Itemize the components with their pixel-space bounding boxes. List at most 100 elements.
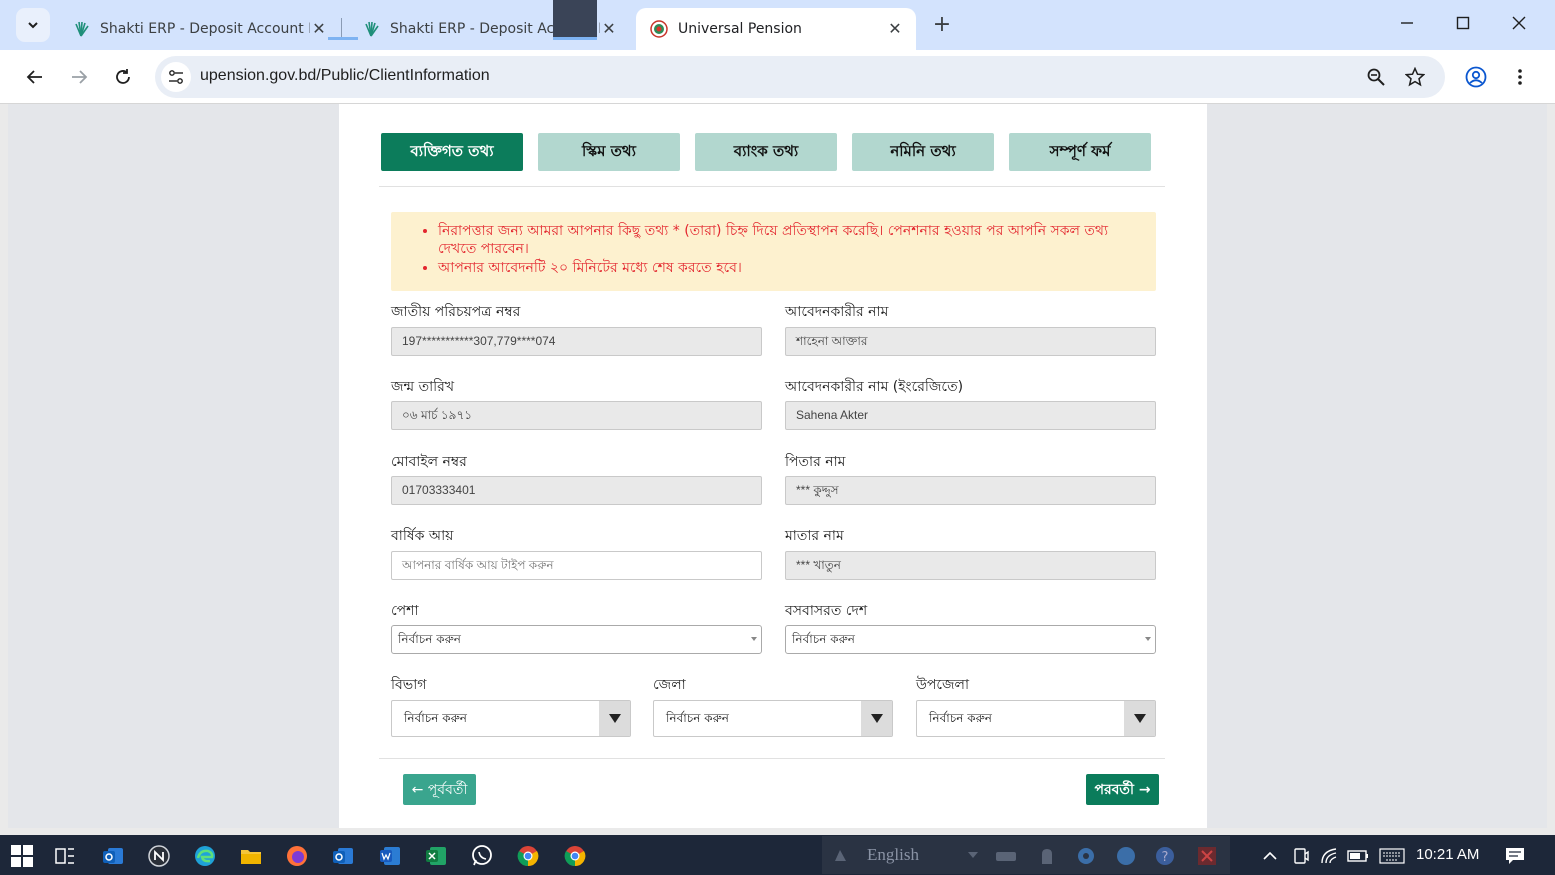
- outlook-app-2[interactable]: [328, 841, 358, 871]
- district-select[interactable]: নির্বাচন করুন: [653, 700, 893, 737]
- tab-separator: [341, 18, 342, 38]
- arrow-right-icon: [72, 70, 88, 84]
- tab-search-button[interactable]: [16, 8, 50, 42]
- notice-item: আপনার আবেদনটি ২০ মিনিটের মধ্যে শেষ করতে …: [438, 259, 1142, 277]
- country-select[interactable]: নির্বাচন করুন: [785, 625, 1156, 654]
- excel-app[interactable]: [421, 841, 451, 871]
- chrome-app-active[interactable]: [560, 841, 590, 871]
- task-view-button[interactable]: [50, 841, 80, 871]
- tab-title: Shakti ERP - Deposit Account In: [100, 21, 310, 37]
- notifications-button[interactable]: [1500, 841, 1530, 871]
- battery-status[interactable]: [1343, 841, 1373, 871]
- applicant-name-label: আবেদনকারীর নাম: [785, 304, 889, 320]
- browser-tab-bar: Shakti ERP - Deposit Account In ✕ Shakti…: [0, 0, 1555, 50]
- excel-icon: [426, 847, 446, 865]
- outlook-app[interactable]: [98, 841, 128, 871]
- close-window-button[interactable]: [1501, 10, 1537, 40]
- dropdown-arrow-icon[interactable]: [1124, 701, 1155, 736]
- minimize-button[interactable]: [1389, 10, 1425, 40]
- language-tool-1[interactable]: [991, 841, 1021, 871]
- nid-label: জাতীয় পরিচয়পত্র নম্বর: [391, 304, 521, 320]
- notion-icon: [148, 845, 170, 867]
- word-icon: [380, 847, 400, 865]
- zoom-button[interactable]: [1364, 65, 1388, 89]
- dropdown-arrow-icon[interactable]: [861, 701, 892, 736]
- next-button[interactable]: পরবর্তী →: [1086, 774, 1159, 805]
- chrome-app[interactable]: [513, 841, 543, 871]
- back-button[interactable]: [20, 62, 50, 92]
- close-tab-icon[interactable]: ✕: [886, 20, 904, 38]
- file-explorer-app[interactable]: [236, 841, 266, 871]
- active-app-indicator: [553, 37, 597, 40]
- window-border-left: [0, 104, 8, 835]
- touch-keyboard[interactable]: [1377, 841, 1407, 871]
- maximize-icon: [1456, 16, 1470, 30]
- bookmark-button[interactable]: [1403, 65, 1427, 89]
- division-selected-value: নির্বাচন করুন: [404, 711, 467, 725]
- active-app-highlight: [553, 0, 597, 40]
- clock-time[interactable]: 10:21 AM: [1416, 846, 1479, 863]
- forward-button[interactable]: [64, 62, 94, 92]
- language-help[interactable]: ?: [1150, 841, 1180, 871]
- step-personal-info[interactable]: ব্যক্তিগত তথ্য: [381, 133, 523, 171]
- upazila-label: উপজেলা: [916, 677, 970, 693]
- device-icon: [1294, 848, 1309, 864]
- chrome-icon: [564, 846, 586, 867]
- reload-button[interactable]: [108, 62, 138, 92]
- menu-button[interactable]: [1505, 62, 1535, 92]
- father-name-label: পিতার নাম: [785, 454, 846, 470]
- profession-label: পেশা: [391, 603, 419, 619]
- firefox-icon: [287, 846, 307, 866]
- dropdown-arrow-icon[interactable]: [599, 701, 630, 736]
- chrome-icon: [517, 846, 539, 867]
- caret-down-icon: [751, 637, 757, 641]
- close-tab-icon[interactable]: ✕: [310, 20, 328, 38]
- applicant-name-field: শাহেনা আক্তার: [785, 327, 1156, 356]
- maximize-button[interactable]: [1445, 10, 1481, 40]
- language-tool-3[interactable]: [1071, 841, 1101, 871]
- previous-button[interactable]: ← পূর্ববর্তী: [403, 774, 476, 805]
- page-viewport: ব্যক্তিগত তথ্য স্কিম তথ্য ব্যাংক তথ্য নম…: [8, 104, 1547, 828]
- district-selected-value: নির্বাচন করুন: [666, 711, 729, 725]
- settings-icon: [1078, 848, 1094, 864]
- step-nominee-info[interactable]: নমিনি তথ্য: [852, 133, 994, 171]
- step-scheme-info[interactable]: স্কিম তথ্য: [538, 133, 680, 171]
- language-tool-2[interactable]: [1032, 841, 1062, 871]
- language-label[interactable]: English: [867, 845, 919, 865]
- keyboard-icon: [1379, 848, 1405, 864]
- divider: [379, 186, 1165, 187]
- upazila-select[interactable]: নির্বাচন করুন: [916, 700, 1156, 737]
- arrow-left-icon: [26, 70, 42, 84]
- show-hidden-icons[interactable]: [1255, 841, 1285, 871]
- language-tool-4[interactable]: [1111, 841, 1141, 871]
- language-close[interactable]: [1192, 841, 1222, 871]
- close-icon: [1198, 847, 1216, 865]
- step-complete-form[interactable]: সম্পূর্ণ ফর্ম: [1009, 133, 1151, 171]
- profession-select[interactable]: নির্বাচন করুন: [391, 625, 762, 654]
- firefox-app[interactable]: [282, 841, 312, 871]
- start-button[interactable]: [7, 841, 37, 871]
- more-vert-icon: [1518, 69, 1522, 85]
- division-select[interactable]: নির্বাচন করুন: [391, 700, 631, 737]
- language-dropdown[interactable]: [958, 841, 988, 871]
- tab-shakti-erp-1[interactable]: Shakti ERP - Deposit Account In ✕: [58, 8, 340, 50]
- tab-universal-pension[interactable]: Universal Pension ✕: [636, 8, 916, 50]
- ime-icon[interactable]: [826, 841, 856, 871]
- close-tab-icon[interactable]: ✕: [600, 20, 618, 38]
- applicant-name-en-label: আবেদনকারীর নাম (ইংরেজিতে): [785, 379, 964, 395]
- outlook-icon: [103, 848, 123, 864]
- edge-app[interactable]: [190, 841, 220, 871]
- meet-now[interactable]: [1286, 841, 1316, 871]
- address-bar[interactable]: upension.gov.bd/Public/ClientInformation: [155, 56, 1445, 98]
- new-tab-button[interactable]: +: [929, 12, 955, 38]
- annual-income-input[interactable]: আপনার বার্ষিক আয় টাইপ করুন: [391, 551, 762, 580]
- step-bank-info[interactable]: ব্যাংক তথ্য: [695, 133, 837, 171]
- network-status[interactable]: [1315, 841, 1345, 871]
- notion-app[interactable]: [144, 841, 174, 871]
- word-app[interactable]: [375, 841, 405, 871]
- whatsapp-app[interactable]: [467, 841, 497, 871]
- reload-icon: [116, 69, 130, 84]
- site-info-button[interactable]: [161, 62, 191, 92]
- battery-icon: [1347, 850, 1368, 862]
- profile-button[interactable]: [1461, 62, 1491, 92]
